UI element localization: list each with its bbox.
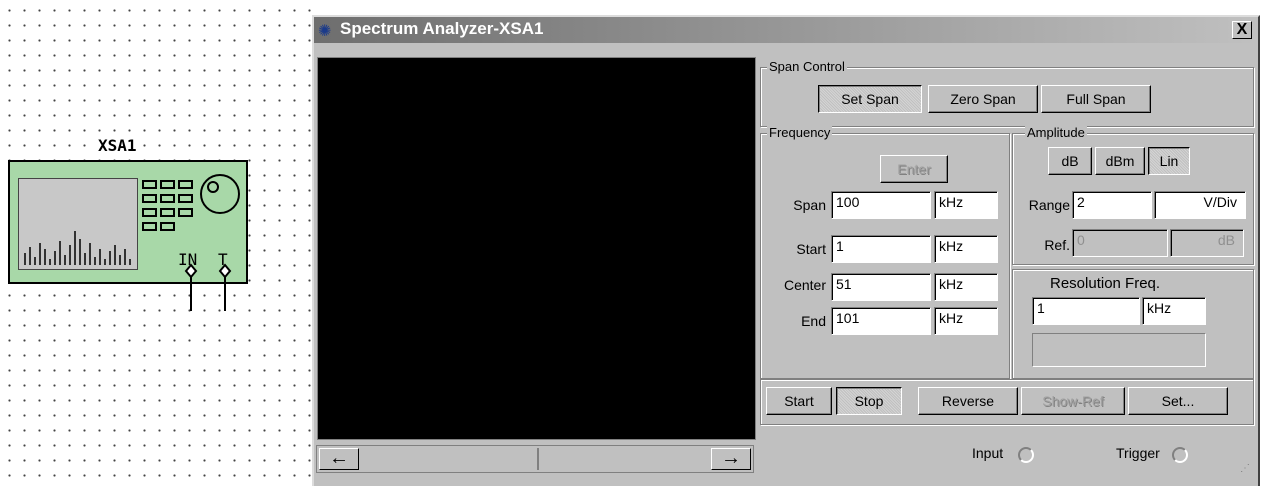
span-input[interactable]: 100 [831,191,931,219]
trigger-label: Trigger [1116,445,1160,461]
amplitude-title: Amplitude [1025,125,1087,140]
horizontal-scrollbar[interactable]: ← → [316,445,754,473]
set-span-button[interactable]: Set Span [818,85,922,113]
range-input[interactable]: 2 [1072,191,1152,219]
input-terminal[interactable] [1018,447,1034,463]
span-label: Span [793,197,826,213]
trigger-terminal[interactable] [1172,447,1188,463]
instrument-key-icon [178,208,193,217]
full-span-button[interactable]: Full Span [1041,85,1151,113]
enter-button[interactable]: Enter [880,155,948,183]
terminal-pins[interactable] [160,255,250,315]
instrument-key-icon [142,194,157,203]
app-icon: ✺ [318,23,332,40]
lin-button[interactable]: Lin [1148,147,1190,175]
ref-input[interactable]: 0 [1072,229,1168,257]
instrument-key-icon [160,208,175,217]
end-input[interactable]: 101 [831,307,931,335]
instrument-key-icon [178,180,193,189]
span-control-title: Span Control [767,59,847,74]
instrument-screen-icon [18,178,138,270]
set-button[interactable]: Set... [1128,387,1228,415]
zero-span-button[interactable]: Zero Span [928,85,1038,113]
instrument-key-icon [160,180,175,189]
resolution-input[interactable]: 1 [1032,297,1140,325]
instrument-key-icon [142,222,157,231]
span-unit[interactable]: kHz [934,191,998,219]
component-label: XSA1 [96,136,139,155]
ref-label: Ref. [1044,237,1070,253]
frequency-title: Frequency [767,125,833,140]
show-ref-button[interactable]: Show-Ref [1021,387,1125,415]
dbm-button[interactable]: dBm [1095,147,1145,175]
resolution-status-box [1032,333,1206,367]
input-label: Input [972,445,1004,461]
spectrum-analyzer-window: ✺ Spectrum Analyzer-XSA1 X ← → Span Cont… [312,15,1260,486]
center-input[interactable]: 51 [831,273,931,301]
resolution-title: Resolution Freq. [1050,275,1161,292]
ref-unit[interactable]: dB [1170,229,1244,257]
center-unit[interactable]: kHz [934,273,998,301]
scroll-right-button[interactable]: → [711,448,751,470]
start-input[interactable]: 1 [831,235,931,263]
resize-grip-icon[interactable]: ⋰ [1240,463,1254,477]
end-label: End [801,313,826,329]
spectrum-display[interactable] [317,57,756,440]
range-unit[interactable]: V/Div [1154,191,1246,219]
range-label: Range [1028,197,1070,213]
instrument-key-icon [142,208,157,217]
title-bar[interactable]: ✺ Spectrum Analyzer-XSA1 X [314,17,1258,43]
scroll-thumb[interactable] [537,448,539,470]
start-unit[interactable]: kHz [934,235,998,263]
start-label: Start [796,241,826,257]
instrument-key-icon [160,194,175,203]
scroll-left-button[interactable]: ← [319,448,359,470]
start-button[interactable]: Start [766,387,832,415]
instrument-key-icon [160,222,175,231]
end-unit[interactable]: kHz [934,307,998,335]
instrument-key-icon [178,194,193,203]
db-button[interactable]: dB [1048,147,1092,175]
instrument-key-icon [142,180,157,189]
resolution-unit[interactable]: kHz [1142,297,1206,325]
knob-icon [200,174,240,214]
close-button[interactable]: X [1232,21,1252,39]
center-label: Center [783,277,826,293]
stop-button[interactable]: Stop [836,387,902,415]
window-title: Spectrum Analyzer-XSA1 [340,19,544,38]
reverse-button[interactable]: Reverse [918,387,1018,415]
